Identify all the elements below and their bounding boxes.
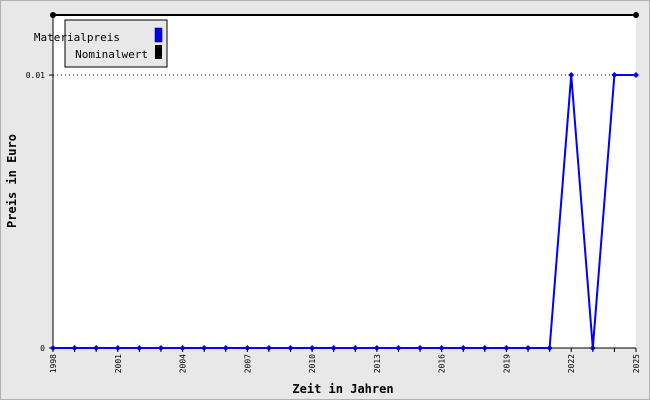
legend-swatch-materialpreis [154, 27, 163, 43]
x-tick-label: 2013 [373, 354, 382, 373]
data-point-nominalwert [633, 12, 639, 18]
x-tick-label: 2016 [438, 354, 447, 373]
line-chart: 00.01 1998 2001 2004 2007 2010 2013 2016 2019 20… [5, 12, 641, 396]
x-tick-label: 1998 [49, 354, 58, 373]
y-tick-label: 0 [40, 344, 45, 353]
x-tick-layer: 1998 2001 2004 2007 2010 2013 2016 2019 2022 2025 [49, 348, 641, 373]
x-tick-label: 2025 [632, 354, 641, 373]
legend-label-materialpreis: Materialpreis [34, 31, 120, 44]
x-tick-label: 2022 [567, 354, 576, 373]
x-tick-label: 2010 [308, 354, 317, 373]
x-axis-label: Zeit in Jahren [292, 382, 393, 396]
legend-swatch-nominalwert [155, 45, 162, 59]
data-point-nominalwert [50, 12, 56, 18]
x-tick-label: 2007 [243, 354, 252, 373]
legend-label-nominalwert: Nominalwert [75, 48, 148, 61]
x-tick-label: 2004 [179, 354, 188, 373]
y-tick-label: 0.01 [26, 71, 45, 80]
y-tick-layer: 00.01 [26, 71, 53, 353]
x-tick-label: 2001 [114, 354, 123, 373]
y-axis-label: Preis in Euro [5, 134, 19, 228]
x-tick-label: 2019 [502, 354, 511, 373]
